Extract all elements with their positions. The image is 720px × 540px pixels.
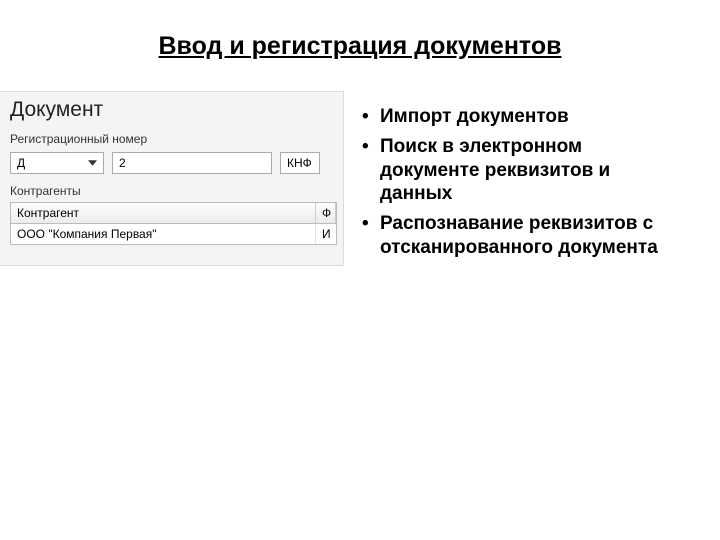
grid-header-side[interactable]: Ф <box>316 203 336 223</box>
list-item: Распознавание реквизитов с отсканированн… <box>358 212 676 260</box>
bullet-list: Импорт документов Поиск в электронном до… <box>358 105 676 260</box>
doc-suffix-input[interactable]: КНФ <box>280 152 320 174</box>
doc-number-value: 2 <box>119 156 126 170</box>
doc-number-input[interactable]: 2 <box>112 152 272 174</box>
panel-heading: Документ <box>10 98 337 122</box>
table-row[interactable]: ООО "Компания Первая" И <box>11 224 336 244</box>
grid-header: Контрагент Ф <box>11 203 336 224</box>
doc-type-combo-value: Д <box>17 156 85 170</box>
counterparties-grid[interactable]: Контрагент Ф ООО "Компания Первая" И <box>10 202 337 245</box>
slide-title: Ввод и регистрация документов <box>0 0 720 85</box>
document-panel: Документ Регистрационный номер Д 2 КНФ К… <box>0 91 344 266</box>
counterparties-label: Контрагенты <box>10 184 337 198</box>
grid-cell-counterparty: ООО "Компания Первая" <box>11 224 316 244</box>
chevron-down-icon <box>85 156 99 170</box>
list-item: Поиск в электронном документе реквизитов… <box>358 135 676 206</box>
doc-suffix-value: КНФ <box>287 156 312 170</box>
grid-cell-side: И <box>316 224 336 244</box>
bullet-column: Импорт документов Поиск в электронном до… <box>358 85 720 266</box>
content-row: Документ Регистрационный номер Д 2 КНФ К… <box>0 85 720 266</box>
doc-type-combo[interactable]: Д <box>10 152 104 174</box>
registration-number-row: Д 2 КНФ <box>10 152 337 174</box>
list-item: Импорт документов <box>358 105 676 129</box>
grid-header-counterparty[interactable]: Контрагент <box>11 203 316 223</box>
registration-number-label: Регистрационный номер <box>10 132 337 146</box>
